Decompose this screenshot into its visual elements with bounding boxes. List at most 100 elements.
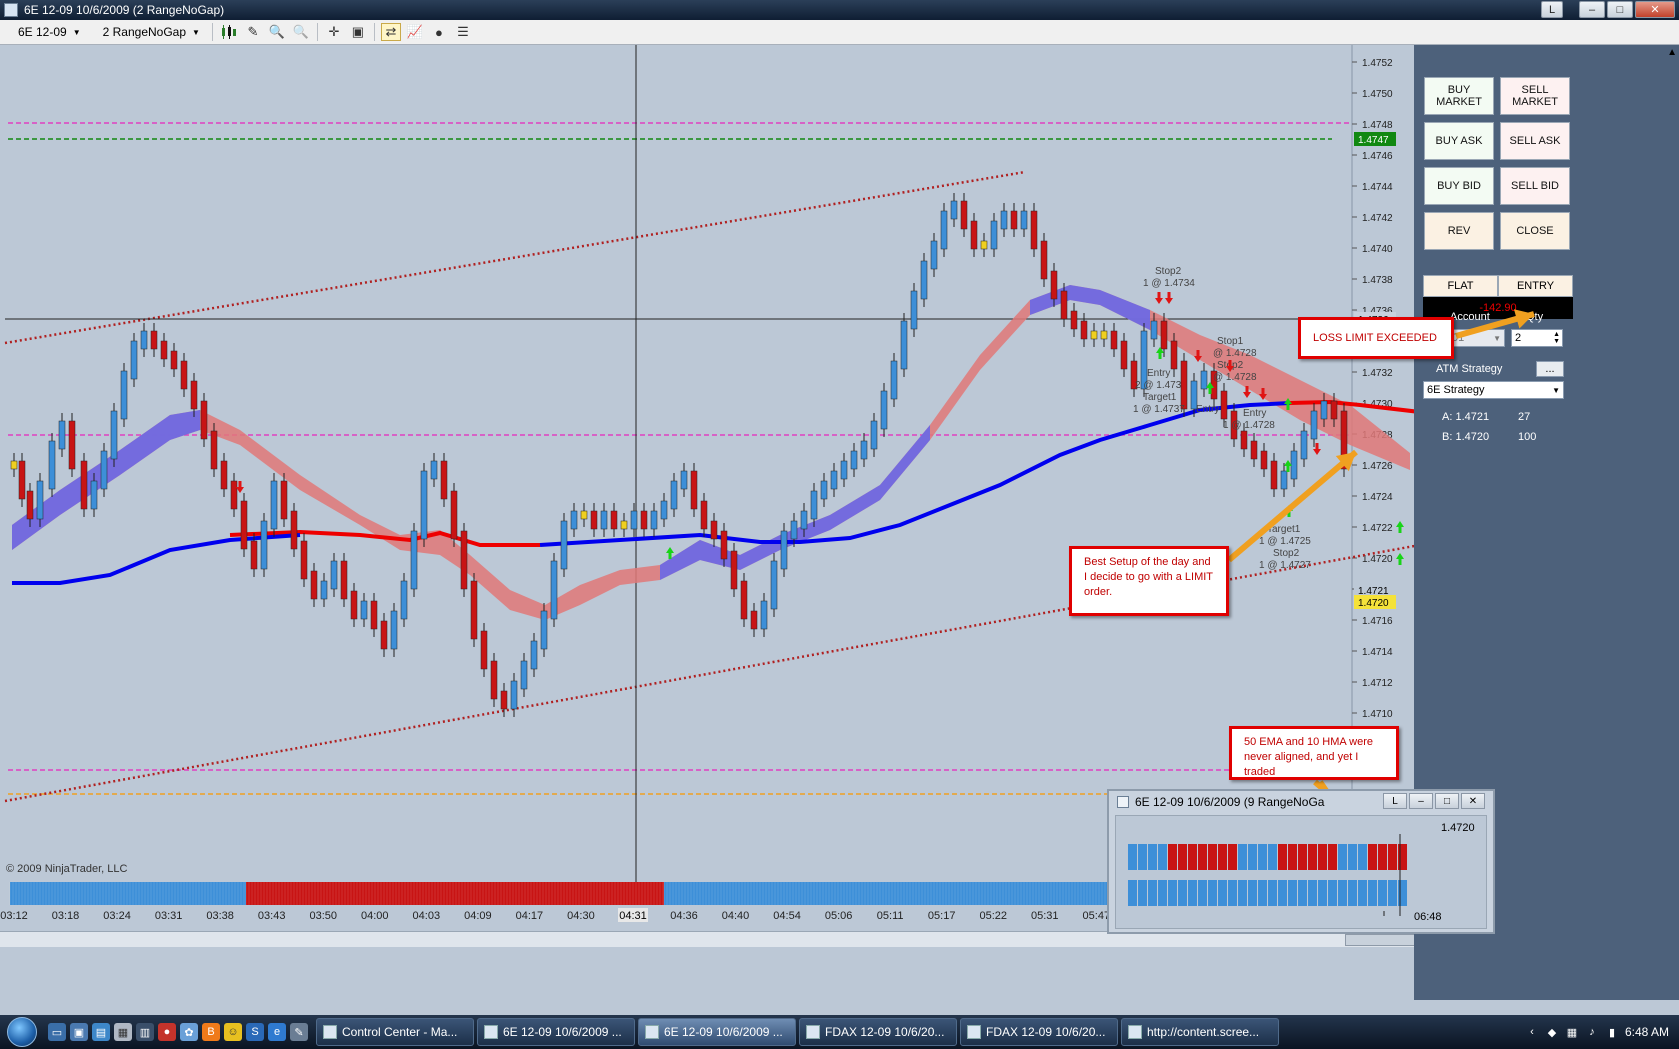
- best-setup-callout: Best Setup of the day and I decide to go…: [1069, 546, 1229, 616]
- price-bar: [430, 460, 438, 480]
- tray-app-icon[interactable]: ◆: [1545, 1025, 1559, 1039]
- maximize-button[interactable]: □: [1607, 1, 1633, 18]
- buy-bid-button[interactable]: BUY BID: [1424, 167, 1494, 205]
- price-tick-label: 1.4738: [1362, 275, 1393, 286]
- price-tick-label: 1.4750: [1362, 89, 1393, 100]
- mini-close-button[interactable]: ✕: [1461, 793, 1485, 809]
- atm-strategy-select[interactable]: 6E Strategy ▼: [1423, 381, 1564, 399]
- strategies-icon[interactable]: ●: [429, 23, 449, 41]
- price-bar: [870, 420, 878, 450]
- price-bar: [630, 510, 638, 530]
- task-control-center[interactable]: Control Center - Ma...: [316, 1018, 474, 1046]
- trade-label: @ 1.4728: [1213, 372, 1257, 383]
- chart-trader-icon[interactable]: ⇄: [380, 23, 401, 41]
- buy-market-button[interactable]: BUY MARKET: [1424, 77, 1494, 115]
- tray-network-icon[interactable]: ▦: [1565, 1025, 1579, 1039]
- tool-icon[interactable]: ✎: [290, 1023, 308, 1041]
- price-bar: [640, 510, 648, 530]
- toolbar-divider: [373, 23, 375, 41]
- paint-icon[interactable]: ✿: [180, 1023, 198, 1041]
- period-label: 2 RangeNoGap: [102, 25, 187, 39]
- mini-trend-bar-top: [1128, 844, 1137, 870]
- mini-trend-bar-top: [1318, 844, 1327, 870]
- close-button[interactable]: ✕: [1635, 1, 1675, 18]
- price-bar: [1180, 360, 1188, 410]
- price-bar: [420, 470, 428, 540]
- trade-label: Entry: [1196, 404, 1219, 415]
- price-bar: [700, 500, 708, 530]
- mini-trend-bar-bottom: [1188, 880, 1197, 906]
- trade-label: Target1: [1267, 524, 1301, 535]
- mini-minimize-button[interactable]: –: [1409, 793, 1433, 809]
- price-bar: [120, 370, 128, 420]
- chart-app-icon: [4, 3, 18, 17]
- time-tick-label: 04:36: [670, 910, 698, 922]
- scroll-up-icon[interactable]: ▲: [1667, 47, 1677, 58]
- period-selector[interactable]: 2 RangeNoGap ▼: [91, 25, 206, 39]
- tray-power-icon[interactable]: ▮: [1605, 1025, 1619, 1039]
- mini-trend-bar-top: [1168, 844, 1177, 870]
- price-bar: [90, 480, 98, 510]
- skype-icon[interactable]: S: [246, 1023, 264, 1041]
- quantity-stepper[interactable]: 2 ▲ ▼: [1511, 329, 1563, 347]
- sell-ask-button[interactable]: SELL ASK: [1500, 122, 1570, 160]
- data-box-icon[interactable]: ☰: [453, 23, 473, 41]
- sell-bid-button[interactable]: SELL BID: [1500, 167, 1570, 205]
- task-fdax-chart-1[interactable]: FDAX 12-09 10/6/20...: [799, 1018, 957, 1046]
- price-bar: [660, 500, 668, 520]
- price-bar: [920, 260, 928, 300]
- record-icon[interactable]: ●: [158, 1023, 176, 1041]
- minimize-button[interactable]: –: [1579, 1, 1605, 18]
- price-bar: [760, 600, 768, 630]
- candlestick-style-icon[interactable]: [219, 23, 239, 41]
- internet-explorer-icon[interactable]: e: [268, 1023, 286, 1041]
- task-fdax-chart-2[interactable]: FDAX 12-09 10/6/20...: [960, 1018, 1118, 1046]
- zoom-out-icon[interactable]: 🔍: [291, 23, 311, 41]
- mini-trend-bar-top: [1158, 844, 1167, 870]
- task-6e-chart-1[interactable]: 6E 12-09 10/6/2009 ...: [477, 1018, 635, 1046]
- start-button[interactable]: [0, 1015, 44, 1049]
- price-bar: [750, 610, 758, 630]
- task-browser[interactable]: http://content.scree...: [1121, 1018, 1279, 1046]
- stepper-arrows-icon[interactable]: ▲ ▼: [1553, 331, 1560, 345]
- trade-label: 1 @ 1.4734: [1143, 278, 1195, 289]
- task-6e-chart-2[interactable]: 6E 12-09 10/6/2009 ...: [638, 1018, 796, 1046]
- mini-maximize-button[interactable]: □: [1435, 793, 1459, 809]
- show-desktop-icon[interactable]: ▭: [48, 1023, 66, 1041]
- price-tick-label: 1.4740: [1362, 244, 1393, 255]
- link-button[interactable]: L: [1541, 1, 1563, 18]
- price-bar: [1060, 290, 1068, 320]
- sell-arrow-icon: [1165, 292, 1173, 304]
- mini-trend-bar-bottom: [1198, 880, 1207, 906]
- price-bar: [350, 590, 358, 620]
- price-bar: [670, 480, 678, 510]
- trade-label: 1 @ 1.4728: [1223, 420, 1275, 431]
- price-bar: [980, 240, 988, 250]
- atm-options-button[interactable]: ...: [1536, 361, 1564, 377]
- indicators-icon[interactable]: 📈: [405, 23, 425, 41]
- pnl-display: -142.90: [1423, 297, 1573, 319]
- reverse-button[interactable]: REV: [1424, 212, 1494, 250]
- doc-icon[interactable]: ▦: [114, 1023, 132, 1041]
- screen-capture-icon[interactable]: ▤: [92, 1023, 110, 1041]
- chart-icon[interactable]: ▥: [136, 1023, 154, 1041]
- tray-volume-icon[interactable]: ♪: [1585, 1025, 1599, 1039]
- mini-chart-window[interactable]: 6E 12-09 10/6/2009 (9 RangeNoGa L – □ ✕ …: [1107, 789, 1495, 934]
- properties-icon[interactable]: ▣: [348, 23, 368, 41]
- drawing-tool-icon[interactable]: ✎: [243, 23, 263, 41]
- price-bar: [340, 560, 348, 600]
- blogger-icon[interactable]: B: [202, 1023, 220, 1041]
- sell-market-button[interactable]: SELL MARKET: [1500, 77, 1570, 115]
- mini-link-button[interactable]: L: [1383, 793, 1407, 809]
- price-bar: [830, 470, 838, 490]
- buy-ask-button[interactable]: BUY ASK: [1424, 122, 1494, 160]
- crosshair-icon[interactable]: ✛: [324, 23, 344, 41]
- trade-label: Stop1: [1217, 336, 1244, 347]
- tray-expand-icon[interactable]: ‹: [1525, 1025, 1539, 1039]
- time-tick-label: 03:38: [206, 910, 234, 922]
- zoom-in-icon[interactable]: 🔍: [267, 23, 287, 41]
- instrument-selector[interactable]: 6E 12-09 ▼: [6, 25, 87, 39]
- explorer-icon[interactable]: ▣: [70, 1023, 88, 1041]
- close-position-button[interactable]: CLOSE: [1500, 212, 1570, 250]
- messenger-icon[interactable]: ☺: [224, 1023, 242, 1041]
